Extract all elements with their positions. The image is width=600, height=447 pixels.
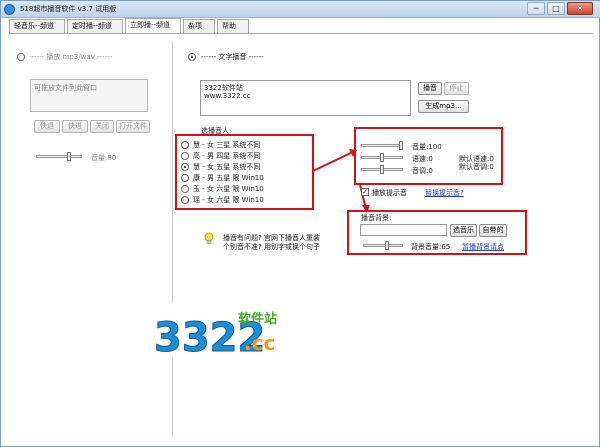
- forward-button[interactable]: 快进: [62, 120, 88, 133]
- rewind-button[interactable]: 快退: [34, 120, 60, 133]
- close-file-button[interactable]: 关闭: [90, 120, 114, 133]
- tab-misc[interactable]: 杂项: [183, 19, 215, 33]
- voice-radio[interactable]: [181, 196, 189, 204]
- prompt-sound-checkbox[interactable]: ✓: [361, 188, 369, 196]
- app-icon: [4, 4, 15, 15]
- open-file-button[interactable]: 打开文件: [116, 120, 150, 133]
- tts-volume-thumb[interactable]: [399, 141, 403, 150]
- play-tts-button[interactable]: 播音: [418, 82, 442, 95]
- voice-radio[interactable]: [181, 152, 189, 160]
- voice-radio[interactable]: [181, 141, 189, 149]
- tab-scheduled[interactable]: 定时播--频道: [67, 19, 123, 33]
- panel-divider: [172, 41, 173, 436]
- logo-tagline: 软件站: [238, 311, 277, 327]
- mode-mp3-radio[interactable]: [17, 53, 25, 61]
- mp3-drop-area[interactable]: 可拖放文件到此窗口: [30, 79, 148, 112]
- voice-radio[interactable]: [181, 185, 189, 193]
- stop-tts-button[interactable]: 停止: [444, 82, 469, 95]
- tab-help[interactable]: 帮助: [217, 19, 249, 33]
- tts-pitch-label: 音调:0: [412, 167, 433, 175]
- choose-music-button[interactable]: 选音乐: [450, 224, 477, 237]
- tip-line-2: 个别音不准? 用别字或换个句子: [223, 243, 320, 251]
- voice-radio[interactable]: [181, 174, 189, 182]
- stop-bg-link[interactable]: 暂播背景请点: [462, 242, 504, 252]
- site-logo: 3322 .cc 软件站: [148, 303, 296, 362]
- change-prompt-link[interactable]: 替换提示音?: [425, 188, 464, 198]
- voice-radio[interactable]: [181, 163, 189, 171]
- lightbulb-icon: [204, 232, 214, 244]
- voice-label: 玉 - 女 六星 限 Win10: [193, 185, 264, 193]
- voice-label: 慧 - 女 五星 系统不同: [193, 163, 261, 171]
- tts-pitch-thumb[interactable]: [380, 165, 384, 174]
- mode-tts-radio[interactable]: [188, 53, 196, 61]
- voice-label: 高 - 男 四星 系统不同: [193, 152, 261, 160]
- voice-label: 康 - 男 五星 限 Win10: [193, 174, 264, 182]
- bg-label: 播音背景:: [361, 214, 392, 222]
- tts-speed-thumb[interactable]: [380, 153, 384, 162]
- bg-volume-thumb[interactable]: [385, 241, 389, 250]
- tab-immediate[interactable]: 立即播--频道: [125, 18, 181, 34]
- mp3-volume-thumb[interactable]: [67, 152, 71, 161]
- window-title: 518超市播音软件 v3.7 试用版: [20, 5, 117, 13]
- tts-text-input[interactable]: 3322软件站 www.3322.cc: [200, 80, 411, 116]
- tts-volume-label: 音量:100: [412, 143, 442, 151]
- tts-text-line2: www.3322.cc: [204, 92, 251, 100]
- tts-volume-slider[interactable]: [361, 144, 403, 147]
- prompt-sound-label: 播放提示音: [372, 189, 407, 197]
- tab-light-music[interactable]: 轻音乐--频道: [9, 19, 65, 33]
- logo-graphic: 3322 .cc 软件站: [154, 311, 278, 362]
- title-bar: 518超市播音软件 v3.7 试用版 ─ □ ✕: [1, 1, 600, 18]
- tts-speed-label: 语速:0: [412, 155, 433, 163]
- bg-volume-label: 背景音量:65: [411, 243, 451, 251]
- logo-suffix: .cc: [244, 331, 275, 355]
- mp3-section-label: ------ 播放 mp3/wav ------: [29, 53, 113, 61]
- close-button[interactable]: ✕: [567, 2, 593, 15]
- tts-section-label: ------ 文字播音 ------: [201, 53, 264, 61]
- generate-mp3-button[interactable]: 生成mp3...: [418, 100, 469, 113]
- mp3-volume-slider[interactable]: [36, 155, 82, 158]
- app-window: 518超市播音软件 v3.7 试用版 ─ □ ✕ 轻音乐--频道 定时播--频道…: [0, 0, 600, 447]
- voice-label: 瑶 - 女 六星 限 Win10: [193, 196, 264, 204]
- mp3-volume-label: 音量:80: [91, 154, 117, 162]
- bg-music-field[interactable]: [360, 224, 447, 236]
- maximize-button[interactable]: □: [547, 2, 565, 15]
- builtin-music-button[interactable]: 自带的: [479, 224, 507, 237]
- voice-label: 慧 - 女 三星 系统不同: [193, 141, 261, 149]
- drop-hint: 可拖放文件到此窗口: [34, 84, 97, 92]
- default-pitch-label: 默认音调:0: [459, 163, 494, 171]
- tab-divider: [9, 33, 593, 34]
- minimize-button[interactable]: ─: [527, 2, 545, 15]
- bg-volume-slider[interactable]: [363, 244, 403, 247]
